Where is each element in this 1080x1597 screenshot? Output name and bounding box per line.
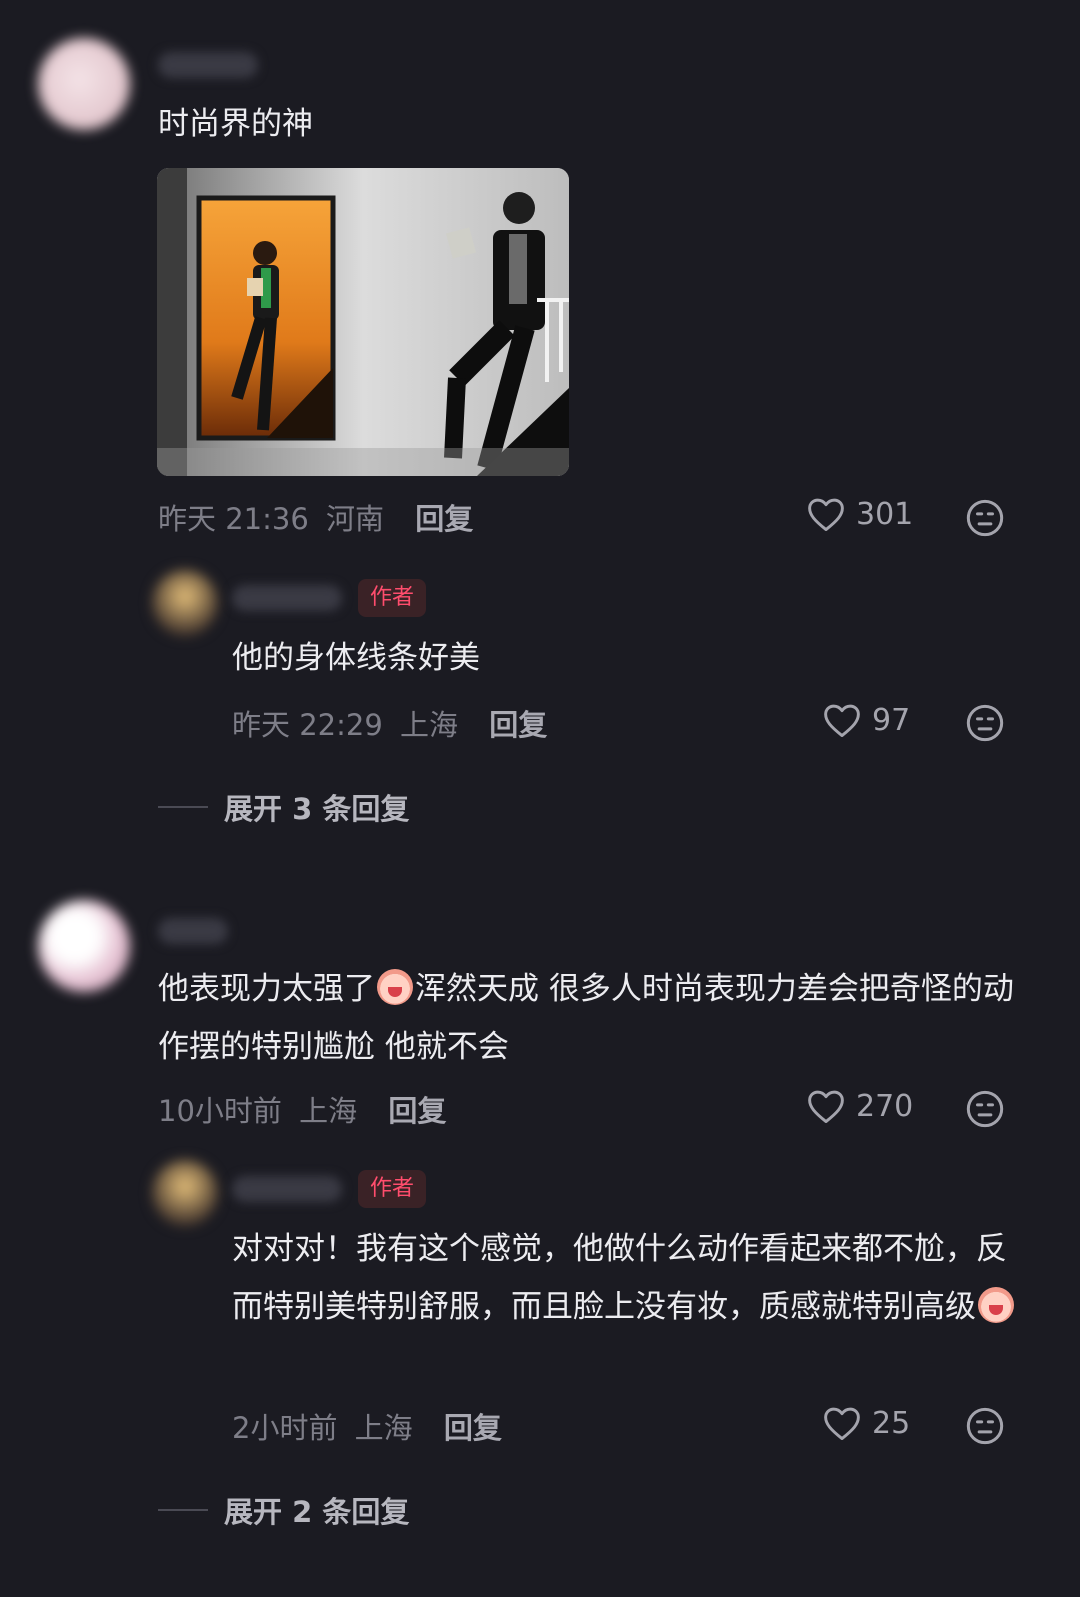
- meh-face-icon: [966, 704, 1004, 742]
- comment-meta: 昨天 21:36 河南 回复: [158, 496, 473, 538]
- dislike-button[interactable]: [965, 703, 1005, 747]
- reply-button[interactable]: 回复: [388, 1094, 446, 1128]
- comment-location: 上海: [299, 1094, 358, 1128]
- username-blurred[interactable]: [232, 1176, 342, 1202]
- username-blurred[interactable]: [158, 918, 228, 944]
- expand-label: 展开 2 条回复: [224, 1495, 410, 1529]
- comment-text-part1: 他表现力太强了: [158, 971, 375, 1007]
- expand-replies-button[interactable]: 展开 2 条回复: [158, 1489, 409, 1531]
- avatar[interactable]: [38, 38, 130, 130]
- reply-location: 上海: [354, 1411, 413, 1445]
- reply-button[interactable]: 回复: [489, 708, 547, 742]
- comment-time: 10小时前: [158, 1094, 282, 1128]
- reply-time: 2小时前: [232, 1411, 338, 1445]
- like-button[interactable]: 270: [806, 1088, 913, 1124]
- comment-location: 河南: [326, 502, 385, 536]
- heart-outline-icon: [824, 704, 860, 738]
- avatar[interactable]: [152, 570, 218, 636]
- like-count: 270: [856, 1088, 914, 1124]
- dislike-button[interactable]: [965, 1406, 1005, 1450]
- like-button[interactable]: 97: [822, 702, 910, 738]
- crying-emoji-icon: [377, 969, 413, 1005]
- reply-button[interactable]: 回复: [444, 1411, 502, 1445]
- reply-location: 上海: [400, 708, 459, 742]
- like-count: 301: [856, 496, 914, 532]
- comment-text: 他表现力太强了 浑然天成 很多人时尚表现力差会把奇怪的动作摆的特别尴尬 他就不会: [158, 960, 1038, 1076]
- avatar[interactable]: [38, 900, 130, 992]
- divider: [158, 1509, 208, 1511]
- reply-text: 对对对！我有这个感觉，他做什么动作看起来都不尬，反而特别美特别舒服，而且脸上没有…: [232, 1220, 1022, 1336]
- heart-outline-icon: [808, 1090, 844, 1124]
- like-count: 25: [872, 1405, 911, 1441]
- meh-face-icon: [966, 499, 1004, 537]
- avatar[interactable]: [152, 1160, 218, 1226]
- author-badge: 作者: [358, 1170, 427, 1208]
- dislike-button[interactable]: [965, 1089, 1005, 1133]
- like-button[interactable]: 25: [822, 1405, 910, 1441]
- comment-time: 昨天 21:36: [158, 502, 309, 536]
- dislike-button[interactable]: [965, 498, 1005, 542]
- username-blurred[interactable]: [158, 52, 258, 78]
- shocked-emoji-icon: [978, 1287, 1014, 1323]
- reply-time: 昨天 22:29: [232, 708, 383, 742]
- author-badge: 作者: [358, 579, 427, 617]
- expand-replies-button[interactable]: 展开 3 条回复: [158, 786, 409, 828]
- reply-text-content: 对对对！我有这个感觉，他做什么动作看起来都不尬，反而特别美特别舒服，而且脸上没有…: [232, 1231, 1007, 1325]
- heart-outline-icon: [808, 498, 844, 532]
- comment-meta: 10小时前 上海 回复: [158, 1088, 446, 1130]
- heart-outline-icon: [824, 1407, 860, 1441]
- divider: [158, 806, 208, 808]
- reply-button[interactable]: 回复: [415, 502, 473, 536]
- meh-face-icon: [966, 1407, 1004, 1445]
- reply-meta: 2小时前 上海 回复: [232, 1405, 502, 1447]
- meh-face-icon: [966, 1090, 1004, 1128]
- comment-text: 时尚界的神: [158, 106, 313, 142]
- reply-meta: 昨天 22:29 上海 回复: [232, 702, 547, 744]
- like-count: 97: [872, 702, 911, 738]
- expand-label: 展开 3 条回复: [224, 792, 410, 826]
- comment-photo[interactable]: [157, 168, 569, 476]
- reply-text: 他的身体线条好美: [232, 640, 480, 676]
- username-blurred[interactable]: [232, 585, 342, 611]
- like-button[interactable]: 301: [806, 496, 913, 532]
